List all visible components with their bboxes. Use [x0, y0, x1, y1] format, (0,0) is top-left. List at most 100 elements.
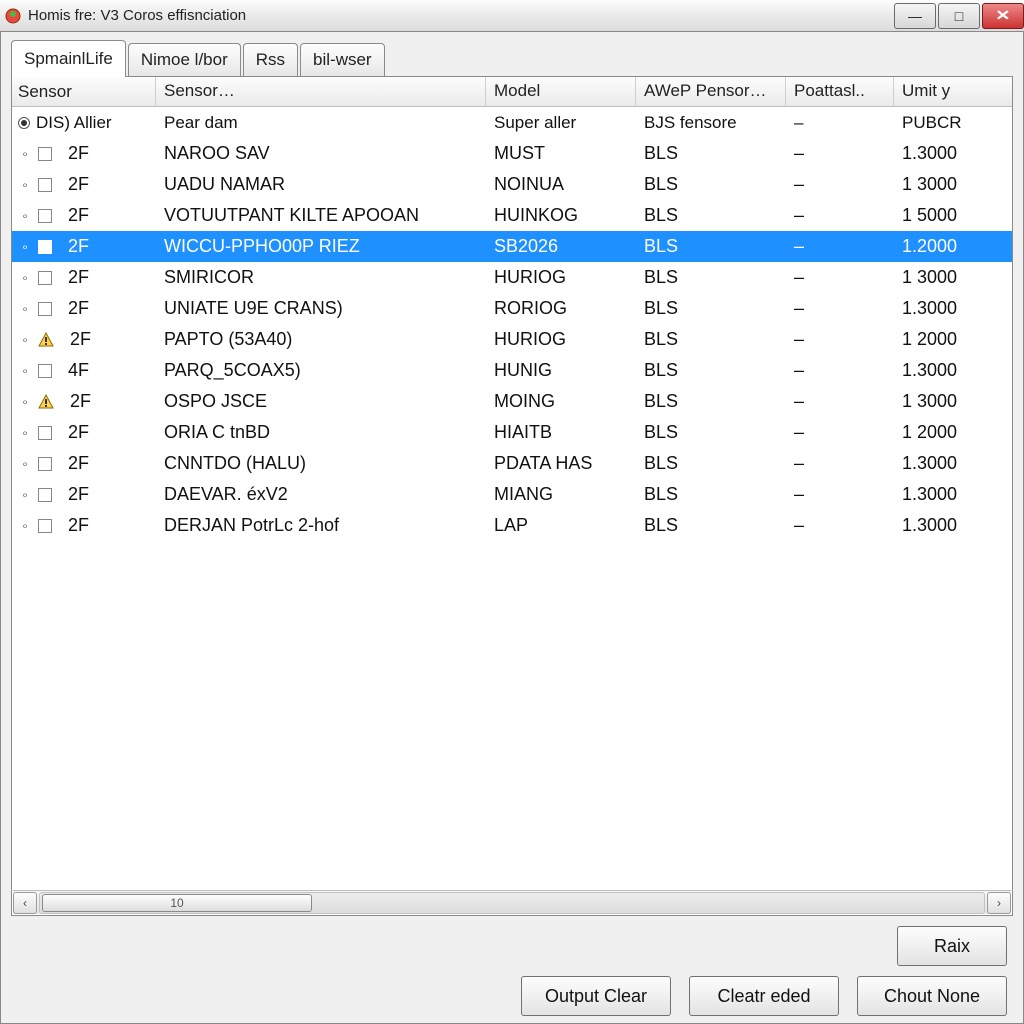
cell: DIS) Allier [12, 110, 156, 136]
scroll-left-button[interactable]: ‹ [13, 892, 37, 914]
cell: BJS fensore [636, 110, 786, 136]
radio-icon [18, 117, 30, 129]
cell: 1 2000 [894, 326, 994, 353]
checkbox-icon [38, 519, 52, 533]
cell: PDATA HAS [486, 450, 636, 477]
cell: – [786, 388, 894, 415]
tab-nimoe[interactable]: Nimoe l/bor [128, 43, 241, 76]
horizontal-scrollbar[interactable]: ‹ 10 › [13, 890, 1011, 914]
minimize-button[interactable]: — [894, 3, 936, 29]
cell: 1 3000 [894, 264, 994, 291]
button-row-2: Output Clear Cleatr eded Chout None [11, 972, 1013, 1020]
group-row[interactable]: DIS) Allier Pear dam Super aller BJS fen… [12, 107, 1012, 138]
cell-text: 2F [68, 143, 89, 164]
button-label: Cleatr eded [717, 986, 810, 1007]
cell: ∘2F [12, 388, 156, 415]
cell: 1 3000 [894, 388, 994, 415]
tab-label: Rss [256, 50, 285, 69]
tab-strip: SpmainlLife Nimoe l/bor Rss bil-wser [11, 40, 1013, 76]
cell: 1.3000 [894, 295, 994, 322]
rows-area: DIS) Allier Pear dam Super aller BJS fen… [12, 107, 1012, 541]
tab-bilwser[interactable]: bil-wser [300, 43, 385, 76]
scroll-thumb[interactable]: 10 [42, 894, 312, 912]
table-row[interactable]: ∘2FORIA C tnBDHIAITBBLS–1 2000 [12, 417, 1012, 448]
table-row[interactable]: ∘2FCNNTDO (HALU)PDATA HASBLS–1.3000 [12, 448, 1012, 479]
column-header-sensor[interactable]: Sensor [12, 77, 156, 106]
table-row[interactable]: ∘2FWICCU-PPHO00P RIEZSB2026BLS–1.2000 [12, 231, 1012, 262]
button-label: Output Clear [545, 986, 647, 1007]
close-button[interactable]: ✕ [982, 3, 1024, 29]
tree-glyph-icon: ∘ [18, 209, 32, 223]
cell: ∘2F [12, 512, 156, 539]
checkbox-icon [38, 271, 52, 285]
cell: HIAITB [486, 419, 636, 446]
column-header-umit[interactable]: Umit y [894, 77, 994, 106]
column-header-awep[interactable]: AWeP Pensor… [636, 77, 786, 106]
table-row[interactable]: ∘4FPARQ_5COAX5)HUNIGBLS–1.3000 [12, 355, 1012, 386]
cell-text: DIS) Allier [36, 113, 112, 133]
tree-glyph-icon: ∘ [18, 457, 32, 471]
cell: ORIA C tnBD [156, 419, 486, 446]
cell: 1.3000 [894, 140, 994, 167]
table-row[interactable]: ∘2FUNIATE U9E CRANS)RORIOGBLS–1.3000 [12, 293, 1012, 324]
tree-glyph-icon: ∘ [18, 519, 32, 533]
table-row[interactable]: ∘2FSMIRICORHURIOGBLS–1 3000 [12, 262, 1012, 293]
cell: PAPTO (53A40) [156, 326, 486, 353]
cleatr-eded-button[interactable]: Cleatr eded [689, 976, 839, 1016]
tab-spmainllife[interactable]: SpmainlLife [11, 40, 126, 77]
cell: WICCU-PPHO00P RIEZ [156, 233, 486, 260]
checkbox-icon [38, 364, 52, 378]
cell: MOING [486, 388, 636, 415]
column-header-sensor2[interactable]: Sensor… [156, 77, 486, 106]
cell: BLS [636, 481, 786, 508]
cell: 1.3000 [894, 481, 994, 508]
table-row[interactable]: ∘2FUADU NAMARNOINUABLS–1 3000 [12, 169, 1012, 200]
cell-text: 4F [68, 360, 89, 381]
tab-label: bil-wser [313, 50, 372, 69]
cell: SB2026 [486, 233, 636, 260]
cell: CNNTDO (HALU) [156, 450, 486, 477]
table-row[interactable]: ∘2FPAPTO (53A40)HURIOGBLS–1 2000 [12, 324, 1012, 355]
cell-text: 2F [70, 329, 91, 350]
chout-none-button[interactable]: Chout None [857, 976, 1007, 1016]
scroll-right-button[interactable]: › [987, 892, 1011, 914]
table-row[interactable]: ∘2FVOTUUTPANT KILTE APOOANHUINKOGBLS–1 5… [12, 200, 1012, 231]
table-row[interactable]: ∘2FDAEVAR. éxV2MIANGBLS–1.3000 [12, 479, 1012, 510]
cell: ∘2F [12, 264, 156, 291]
cell: – [786, 512, 894, 539]
app-icon [4, 7, 22, 25]
cell: ∘2F [12, 326, 156, 353]
cell: 1 5000 [894, 202, 994, 229]
scroll-track[interactable]: 10 [39, 892, 985, 914]
tab-label: SpmainlLife [24, 49, 113, 68]
cell-text: 2F [68, 236, 89, 257]
column-header-model[interactable]: Model [486, 77, 636, 106]
output-clear-button[interactable]: Output Clear [521, 976, 671, 1016]
cell: SMIRICOR [156, 264, 486, 291]
raix-button[interactable]: Raix [897, 926, 1007, 966]
cell: HURIOG [486, 264, 636, 291]
table-row[interactable]: ∘2FOSPO JSCEMOINGBLS–1 3000 [12, 386, 1012, 417]
button-label: Chout None [884, 986, 980, 1007]
cell-text: 2F [68, 174, 89, 195]
cell: ∘4F [12, 357, 156, 384]
checkbox-icon [38, 457, 52, 471]
cell: LAP [486, 512, 636, 539]
cell: Pear dam [156, 110, 486, 136]
cell: – [786, 171, 894, 198]
cell: Super aller [486, 110, 636, 136]
chevron-left-icon: ‹ [23, 896, 27, 910]
cell: – [786, 233, 894, 260]
column-header-poattasl[interactable]: Poattasl.. [786, 77, 894, 106]
checkbox-icon [38, 178, 52, 192]
data-grid: Sensor Sensor… Model AWeP Pensor… Poatta… [11, 76, 1013, 916]
maximize-button[interactable]: □ [938, 3, 980, 29]
cell: BLS [636, 295, 786, 322]
window-title: Homis fre: V3 Coros effisnciation [28, 7, 892, 24]
button-label: Raix [934, 936, 970, 957]
tab-rss[interactable]: Rss [243, 43, 298, 76]
tree-glyph-icon: ∘ [18, 395, 32, 409]
table-row[interactable]: ∘2FNAROO SAVMUSTBLS–1.3000 [12, 138, 1012, 169]
cell: HUNIG [486, 357, 636, 384]
table-row[interactable]: ∘2FDERJAN PotrLc 2-hofLAPBLS–1.3000 [12, 510, 1012, 541]
